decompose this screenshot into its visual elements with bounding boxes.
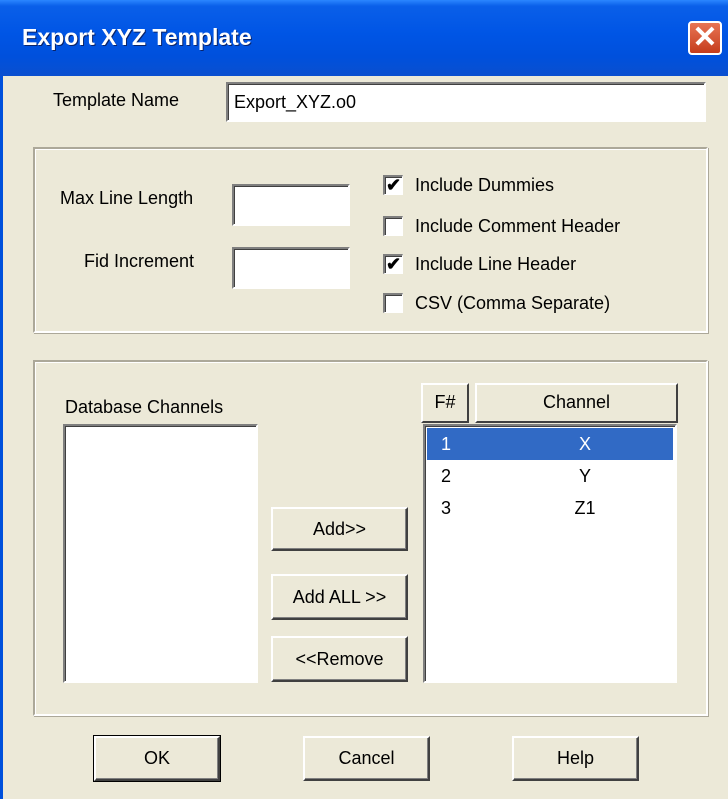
window-title: Export XYZ Template bbox=[22, 24, 252, 50]
window-frame-left bbox=[0, 76, 3, 799]
include-comment-header-checkbox[interactable] bbox=[383, 216, 403, 236]
max-line-length-input[interactable] bbox=[232, 184, 350, 226]
checkmark-icon: ✔ bbox=[385, 254, 402, 274]
list-item-channel: Z1 bbox=[574, 498, 596, 518]
add-all-button[interactable]: Add ALL >> bbox=[271, 574, 408, 620]
template-name-label: Template Name bbox=[53, 90, 180, 110]
include-dummies-checkbox[interactable]: ✔ bbox=[383, 175, 403, 195]
list-item-f: 1 bbox=[441, 434, 452, 454]
fid-increment-label: Fid Increment bbox=[84, 251, 195, 271]
close-button[interactable]: ✕ bbox=[688, 21, 722, 55]
database-channels-list[interactable] bbox=[63, 424, 258, 683]
template-name-input[interactable] bbox=[226, 82, 706, 122]
database-channels-label: Database Channels bbox=[65, 397, 224, 417]
list-item-f: 2 bbox=[441, 466, 452, 486]
export-channels-list[interactable]: 1 X 2 Y 3 Z1 bbox=[423, 424, 677, 683]
include-comment-header-label: Include Comment Header bbox=[415, 216, 621, 236]
checkmark-icon: ✔ bbox=[385, 175, 402, 195]
column-header-f[interactable]: F# bbox=[421, 383, 469, 423]
add-button[interactable]: Add>> bbox=[271, 507, 408, 551]
list-item-f: 3 bbox=[441, 498, 452, 518]
remove-button[interactable]: <<Remove bbox=[271, 636, 408, 682]
include-line-header-checkbox[interactable]: ✔ bbox=[383, 254, 403, 274]
csv-checkbox[interactable] bbox=[383, 293, 403, 313]
cancel-button[interactable]: Cancel bbox=[303, 736, 430, 781]
include-dummies-label: Include Dummies bbox=[415, 175, 555, 195]
include-line-header-label: Include Line Header bbox=[415, 254, 577, 274]
close-icon: ✕ bbox=[692, 21, 718, 54]
help-button[interactable]: Help bbox=[512, 736, 639, 781]
list-item-channel: X bbox=[578, 434, 591, 454]
list-item[interactable]: 1 X bbox=[427, 428, 673, 460]
list-item-channel: Y bbox=[578, 466, 591, 486]
csv-label: CSV (Comma Separate) bbox=[415, 293, 611, 313]
ok-button[interactable]: OK bbox=[93, 735, 221, 782]
column-header-channel[interactable]: Channel bbox=[475, 383, 678, 423]
fid-increment-input[interactable] bbox=[232, 247, 350, 289]
max-line-length-label: Max Line Length bbox=[60, 188, 194, 208]
list-item[interactable]: 3 Z1 bbox=[427, 492, 673, 524]
list-item[interactable]: 2 Y bbox=[427, 460, 673, 492]
